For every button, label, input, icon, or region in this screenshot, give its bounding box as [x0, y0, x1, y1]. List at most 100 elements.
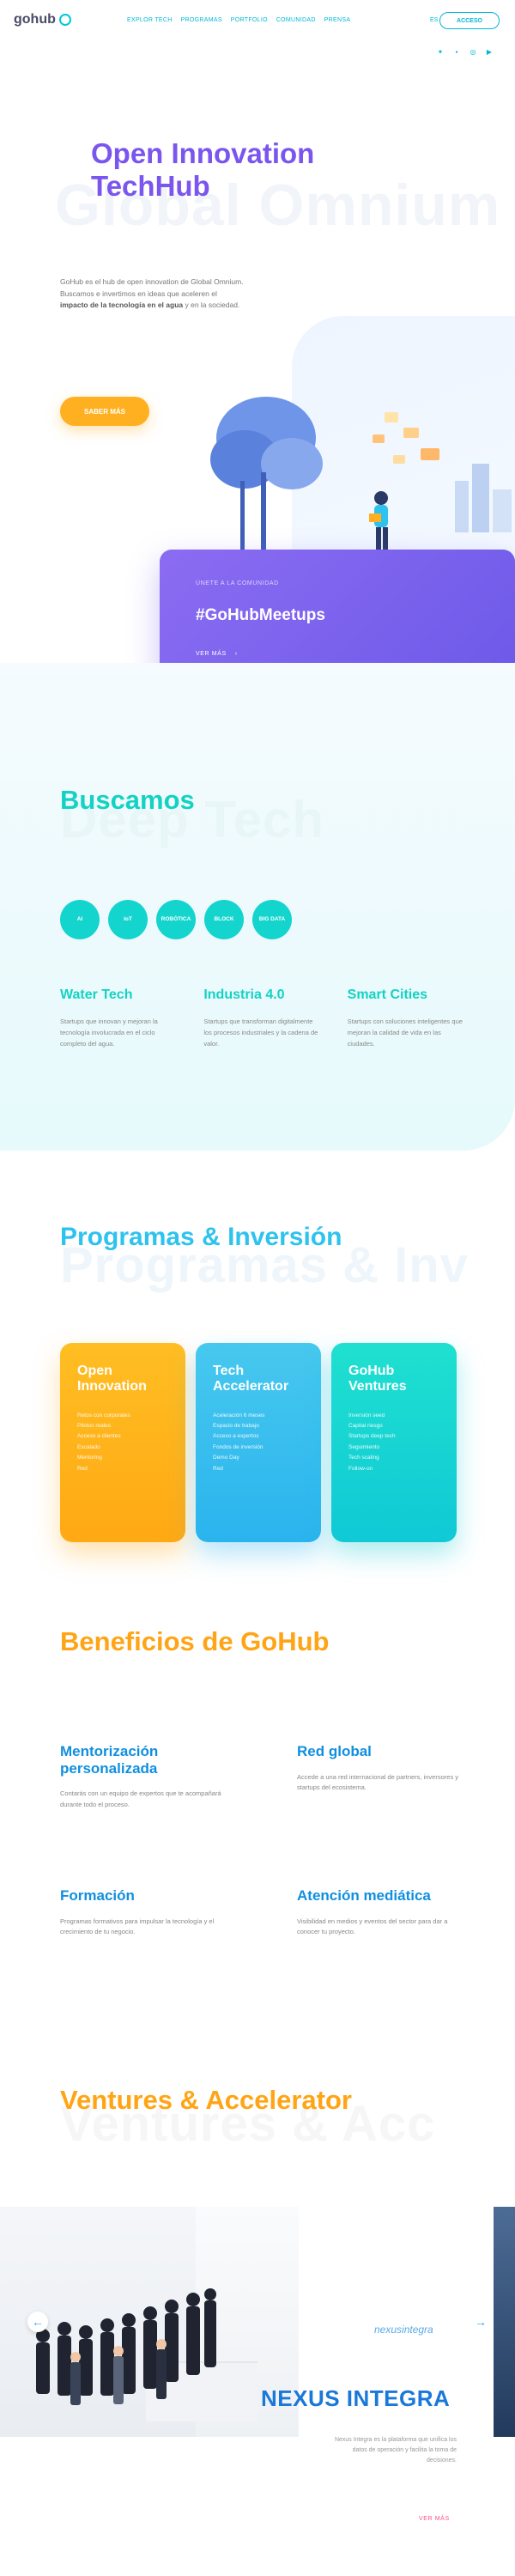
tree-trunk: [240, 481, 245, 550]
hero-paragraph-start: GoHub es el hub de open innovation de Gl…: [60, 277, 244, 298]
seek-columns: Water Tech Startups que innovan y mejora…: [60, 987, 464, 1049]
program-card-item: Fondos de inversión: [213, 1443, 264, 1450]
program-card-list: Retos con corporates Pilotos reales Acce…: [77, 1411, 168, 1474]
program-card-item: Acceso a expertos: [213, 1433, 259, 1440]
seek-column-industria: Industria 4.0 Startups que transforman d…: [203, 987, 319, 1049]
seek-column-title: Industria 4.0: [203, 987, 285, 1002]
program-card-gohub-ventures[interactable]: GoHub Ventures Inversión seed Capital ri…: [331, 1343, 457, 1542]
meetup-more-link[interactable]: VER MÁS ›: [196, 651, 238, 657]
chat-bubble-icon: [403, 428, 419, 438]
carousel-prev-button[interactable]: ←: [27, 2312, 48, 2332]
program-card-list: Inversión seed Capital riesgo Startups d…: [348, 1411, 439, 1474]
benefit-text: Programas formativos para impulsar la te…: [60, 1917, 215, 1936]
chat-bubble-icon: [385, 412, 398, 422]
skyline-building: [493, 489, 512, 532]
twitter-icon[interactable]: ✦: [436, 48, 445, 57]
access-button[interactable]: ACCESO: [439, 12, 500, 29]
programs-title: Programas & Inversión: [60, 1223, 342, 1251]
tech-circle-ai[interactable]: AI: [60, 900, 100, 939]
program-card-item: Escalado: [77, 1443, 100, 1450]
ventures-title: Ventures & Accelerator: [60, 2085, 353, 2115]
benefit-text: Accede a una red internacional de partne…: [297, 1772, 459, 1792]
skyline-building: [472, 464, 489, 532]
laptop-icon: [369, 513, 381, 522]
site-header: gohub EXPLOR TECH PROGRAMAS PORTFOLIO CO…: [0, 0, 515, 69]
program-card-item: Follow-on: [348, 1465, 373, 1472]
meetup-kicker: ÚNETE A LA COMUNIDAD: [196, 580, 279, 586]
program-card-item: Mentoring: [77, 1455, 102, 1461]
nav-item-prensa[interactable]: PRENSA: [324, 17, 351, 23]
program-card-title: GoHub Ventures: [348, 1364, 407, 1394]
tech-circle-robotics[interactable]: ROBÓTICA: [156, 900, 196, 939]
program-card-item: Demo Day: [213, 1455, 239, 1461]
benefit-global-network: Red global Accede a una red internaciona…: [297, 1743, 460, 1794]
program-card-open-innovation[interactable]: Open Innovation Retos con corporates Pil…: [60, 1343, 185, 1542]
team-group-image: [36, 2288, 216, 2405]
chat-bubble-icon: [421, 448, 439, 460]
hero-cta-button[interactable]: SABER MÁS: [60, 397, 149, 426]
benefit-media: Atención mediática Visibilidad en medios…: [297, 1887, 460, 1938]
program-card-item: Inversión seed: [348, 1412, 385, 1419]
next-slide-preview[interactable]: [494, 2207, 515, 2437]
nav-item-programas[interactable]: PROGRAMAS: [181, 17, 222, 23]
tech-circle-iot[interactable]: IoT: [108, 900, 148, 939]
tree-canopy: [261, 438, 323, 489]
program-card-item: Red: [77, 1465, 88, 1472]
program-card-item: Acceso a clientes: [77, 1433, 121, 1440]
venture-description: Nexus Integra es la plataforma que unifi…: [334, 2437, 457, 2464]
program-card-item: Pilotos reales: [77, 1423, 112, 1430]
program-card-item: Seguimiento: [348, 1443, 380, 1450]
program-card-item: Aceleración 6 meses: [213, 1412, 265, 1419]
language-switch[interactable]: ES: [430, 17, 438, 23]
hero-paragraph: GoHub es el hub de open innovation de Gl…: [60, 276, 244, 312]
seek-column-water-tech: Water Tech Startups que innovan y mejora…: [60, 987, 176, 1049]
skyline-building: [455, 481, 469, 532]
benefit-training: Formación Programas formativos para impu…: [60, 1887, 223, 1938]
tech-circles: AI IoT ROBÓTICA BLOCK BIG DATA: [60, 900, 292, 939]
benefit-title: Red global: [297, 1743, 372, 1759]
benefits-title: Beneficios de GoHub: [60, 1626, 330, 1656]
benefit-title: Atención mediática: [297, 1887, 431, 1904]
venture-more-link[interactable]: VER MÁS: [419, 2516, 450, 2522]
meetup-more-label: VER MÁS: [196, 651, 227, 657]
seek-title: Buscamos: [60, 785, 195, 815]
gohub-logo[interactable]: gohub: [14, 12, 71, 27]
logo-mark-icon: [58, 14, 71, 26]
benefit-text: Visibilidad en medios y eventos del sect…: [297, 1917, 448, 1936]
benefit-title: Mentorización personalizada: [60, 1743, 159, 1777]
benefit-mentoring: Mentorización personalizada Contarás con…: [60, 1743, 223, 1811]
program-cards: Open Innovation Retos con corporates Pil…: [60, 1343, 457, 1542]
nav-item-comunidad[interactable]: COMUNIDAD: [276, 17, 316, 23]
youtube-icon[interactable]: ▶: [485, 48, 494, 57]
arrow-right-icon: →: [475, 2315, 487, 2329]
hero-title-line2: TechHub: [91, 169, 210, 202]
program-card-item: Espacio de trabajo: [213, 1423, 259, 1430]
benefit-title: Formación: [60, 1887, 135, 1904]
program-card-item: Capital riesgo: [348, 1423, 383, 1430]
carousel-next-button[interactable]: →: [470, 2312, 491, 2332]
chat-bubble-icon: [393, 455, 405, 464]
program-card-tech-accelerator[interactable]: Tech Accelerator Aceleración 6 meses Esp…: [196, 1343, 321, 1542]
program-card-title: Tech Accelerator: [213, 1364, 289, 1394]
nav-item-portfolio[interactable]: PORTFOLIO: [231, 17, 268, 23]
seek-column-text: Startups que transforman digitalmente lo…: [203, 1018, 318, 1048]
nav-item-explor-tech[interactable]: EXPLOR TECH: [127, 17, 173, 23]
chevron-right-icon: ›: [234, 651, 238, 657]
instagram-icon[interactable]: ◎: [469, 48, 477, 57]
program-card-title: Open Innovation: [77, 1364, 147, 1394]
chat-bubble-icon: [373, 434, 385, 443]
tech-circle-big-data[interactable]: BIG DATA: [252, 900, 292, 939]
seek-column-title: Water Tech: [60, 987, 133, 1002]
person-head: [374, 491, 388, 505]
tech-circle-blockchain[interactable]: BLOCK: [204, 900, 244, 939]
program-card-item: Retos con corporates: [77, 1412, 130, 1419]
program-card-list: Aceleración 6 meses Espacio de trabajo A…: [213, 1411, 304, 1474]
benefit-text: Contarás con un equipo de expertos que t…: [60, 1789, 221, 1808]
seek-column-text: Startups que innovan y mejoran la tecnol…: [60, 1018, 158, 1048]
person-leg: [376, 527, 381, 550]
linkedin-icon[interactable]: ▪: [452, 48, 461, 57]
hero-title-line1: Open Innovation: [91, 137, 315, 169]
seek-column-smart-cities: Smart Cities Startups con soluciones int…: [348, 987, 464, 1049]
hero-paragraph-end: y en la sociedad.: [183, 301, 240, 310]
venture-name: NEXUS INTEGRA: [261, 2385, 451, 2411]
